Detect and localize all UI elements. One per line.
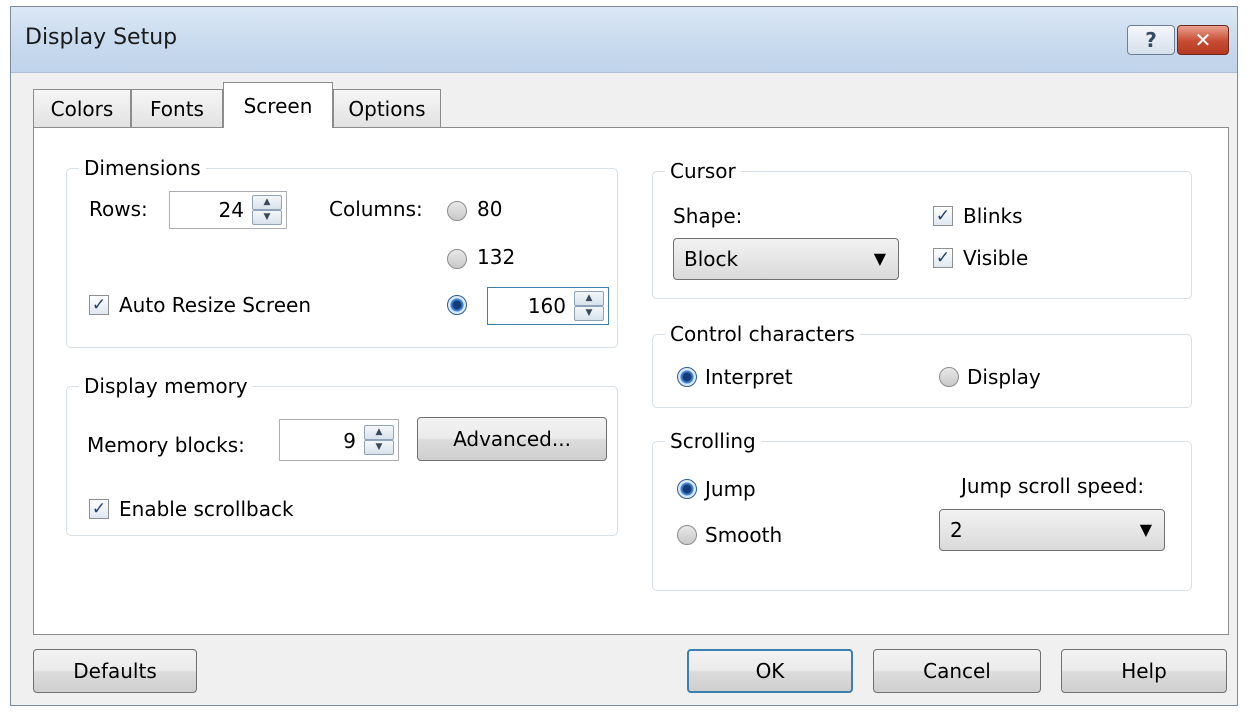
spin-up-icon[interactable]: ▲ bbox=[574, 291, 604, 306]
spin-down-icon[interactable]: ▼ bbox=[364, 440, 394, 455]
display-memory-group: Display memory Memory blocks: 9 ▲ ▼ Adva… bbox=[66, 374, 618, 536]
cancel-button[interactable]: Cancel bbox=[873, 649, 1041, 693]
tab-fonts[interactable]: Fonts bbox=[131, 89, 223, 127]
rows-spin[interactable]: ▲ ▼ bbox=[252, 195, 282, 225]
auto-resize-label: Auto Resize Screen bbox=[119, 293, 311, 317]
blinks-label: Blinks bbox=[963, 204, 1023, 228]
jump-radio[interactable] bbox=[677, 479, 697, 499]
memory-blocks-spin[interactable]: ▲ ▼ bbox=[364, 425, 394, 455]
checkmark-icon: ✓ bbox=[91, 294, 107, 315]
columns-custom-radio[interactable] bbox=[447, 295, 467, 315]
question-icon: ? bbox=[1145, 28, 1157, 52]
advanced-button-label: Advanced... bbox=[453, 427, 571, 451]
dimensions-legend: Dimensions bbox=[79, 156, 206, 180]
scrolling-group: Scrolling Jump Smooth Jump scroll speed:… bbox=[652, 429, 1192, 591]
columns-custom-spin[interactable]: ▲ ▼ bbox=[574, 291, 604, 321]
tab-options[interactable]: Options bbox=[333, 89, 441, 127]
shape-label: Shape: bbox=[673, 204, 743, 228]
display-label: Display bbox=[967, 365, 1041, 389]
spin-down-icon[interactable]: ▼ bbox=[252, 210, 282, 225]
control-characters-legend: Control characters bbox=[665, 322, 860, 346]
smooth-radio[interactable] bbox=[677, 525, 697, 545]
checkmark-icon: ✓ bbox=[935, 205, 951, 226]
checkmark-icon: ✓ bbox=[91, 498, 107, 519]
enable-scrollback-checkbox[interactable]: ✓ bbox=[89, 499, 109, 519]
cursor-legend: Cursor bbox=[665, 159, 741, 183]
scrolling-legend: Scrolling bbox=[665, 429, 761, 453]
help-button-label: Help bbox=[1121, 659, 1167, 683]
enable-scrollback-label: Enable scrollback bbox=[119, 497, 294, 521]
tab-screen-label: Screen bbox=[243, 93, 313, 118]
cancel-button-label: Cancel bbox=[923, 659, 991, 683]
chevron-down-icon: ▼ bbox=[1139, 520, 1152, 539]
display-memory-legend: Display memory bbox=[79, 374, 253, 398]
control-characters-group: Control characters Interpret Display bbox=[652, 322, 1192, 408]
screen-tab-panel: Dimensions Rows: 24 ▲ ▼ Columns: 80 132 … bbox=[33, 127, 1229, 635]
title-close-button[interactable]: ✕ bbox=[1177, 25, 1229, 55]
checkmark-icon: ✓ bbox=[935, 247, 951, 268]
title-help-button[interactable]: ? bbox=[1127, 25, 1175, 55]
columns-132-label: 132 bbox=[477, 245, 516, 269]
display-radio[interactable] bbox=[939, 367, 959, 387]
help-button[interactable]: Help bbox=[1061, 649, 1227, 693]
cursor-group: Cursor Shape: Block ▼ ✓ Blinks ✓ Visible bbox=[652, 159, 1192, 299]
advanced-button[interactable]: Advanced... bbox=[417, 417, 607, 461]
columns-132-radio[interactable] bbox=[447, 249, 467, 269]
tab-screen[interactable]: Screen bbox=[223, 82, 333, 128]
blinks-checkbox[interactable]: ✓ bbox=[933, 206, 953, 226]
tab-options-label: Options bbox=[348, 96, 426, 121]
visible-label: Visible bbox=[963, 246, 1029, 270]
tab-colors-label: Colors bbox=[50, 96, 114, 121]
visible-checkbox[interactable]: ✓ bbox=[933, 248, 953, 268]
title-bar[interactable]: Display Setup ? ✕ bbox=[11, 7, 1237, 73]
spin-up-icon[interactable]: ▲ bbox=[364, 425, 394, 440]
ok-button[interactable]: OK bbox=[687, 649, 853, 693]
defaults-button[interactable]: Defaults bbox=[33, 649, 197, 693]
columns-80-label: 80 bbox=[477, 197, 503, 221]
window-title: Display Setup bbox=[25, 25, 178, 50]
cursor-shape-value: Block bbox=[684, 247, 739, 271]
auto-resize-checkbox[interactable]: ✓ bbox=[89, 295, 109, 315]
jump-scroll-speed-dropdown[interactable]: 2 ▼ bbox=[939, 509, 1165, 551]
display-setup-dialog: Display Setup ? ✕ Colors Fonts Screen Op… bbox=[10, 6, 1238, 706]
rows-stepper[interactable]: 24 ▲ ▼ bbox=[169, 191, 287, 229]
spin-up-icon[interactable]: ▲ bbox=[252, 195, 282, 210]
interpret-label: Interpret bbox=[705, 365, 793, 389]
jump-scroll-speed-value: 2 bbox=[950, 518, 963, 542]
cursor-shape-dropdown[interactable]: Block ▼ bbox=[673, 238, 899, 280]
columns-80-radio[interactable] bbox=[447, 201, 467, 221]
rows-label: Rows: bbox=[89, 197, 148, 221]
tab-colors[interactable]: Colors bbox=[33, 89, 131, 127]
dimensions-group: Dimensions Rows: 24 ▲ ▼ Columns: 80 132 … bbox=[66, 156, 618, 348]
tab-fonts-label: Fonts bbox=[150, 96, 204, 121]
jump-label: Jump bbox=[705, 477, 756, 501]
ok-button-label: OK bbox=[755, 659, 785, 683]
chevron-down-icon: ▼ bbox=[873, 249, 886, 268]
smooth-label: Smooth bbox=[705, 523, 783, 547]
memory-blocks-value: 9 bbox=[343, 429, 356, 453]
interpret-radio[interactable] bbox=[677, 367, 697, 387]
close-icon: ✕ bbox=[1194, 28, 1212, 52]
memory-blocks-label: Memory blocks: bbox=[87, 433, 245, 457]
columns-label: Columns: bbox=[329, 197, 423, 221]
columns-custom-value: 160 bbox=[527, 294, 566, 318]
defaults-button-label: Defaults bbox=[73, 659, 157, 683]
spin-down-icon[interactable]: ▼ bbox=[574, 306, 604, 321]
columns-custom-stepper[interactable]: 160 ▲ ▼ bbox=[487, 287, 609, 325]
jump-scroll-speed-label: Jump scroll speed: bbox=[961, 474, 1145, 498]
memory-blocks-stepper[interactable]: 9 ▲ ▼ bbox=[279, 419, 399, 461]
rows-value: 24 bbox=[218, 198, 244, 222]
